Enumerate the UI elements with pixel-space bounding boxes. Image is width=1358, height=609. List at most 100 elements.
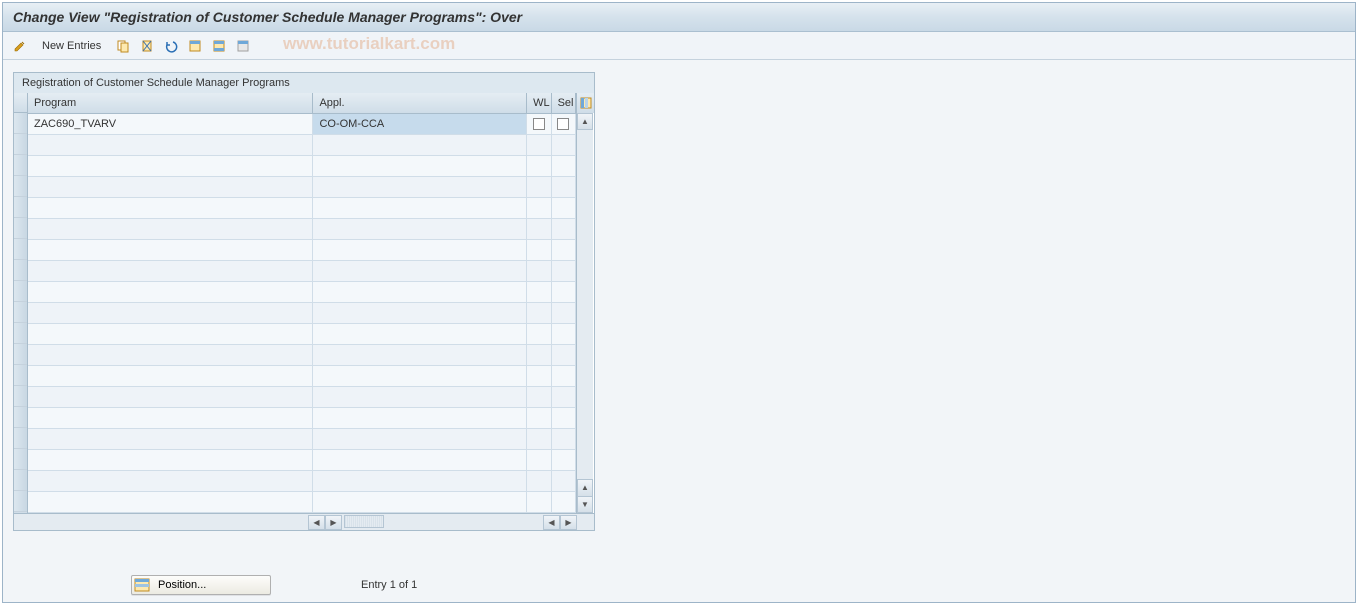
vertical-scrollbar[interactable]: ▲ ▲ ▼ <box>576 113 593 513</box>
scroll-left-icon[interactable]: ◀ <box>308 515 325 530</box>
cell-sel-empty[interactable] <box>551 239 575 260</box>
row-selector[interactable] <box>14 407 27 428</box>
cell-sel-empty[interactable] <box>551 470 575 491</box>
cell-sel-empty[interactable] <box>551 302 575 323</box>
cell-wl-empty[interactable] <box>527 302 551 323</box>
cell-sel-empty[interactable] <box>551 218 575 239</box>
new-entries-button[interactable]: New Entries <box>35 37 108 55</box>
cell-wl-empty[interactable] <box>527 176 551 197</box>
cell-wl-empty[interactable] <box>527 218 551 239</box>
cell-program-empty[interactable] <box>28 428 313 449</box>
cell-appl-empty[interactable] <box>313 344 527 365</box>
cell-wl-empty[interactable] <box>527 470 551 491</box>
cell-program-empty[interactable] <box>28 218 313 239</box>
cell-appl[interactable]: CO-OM-CCA <box>313 113 527 134</box>
row-selector[interactable] <box>14 428 27 449</box>
cell-program-empty[interactable] <box>28 386 313 407</box>
position-button[interactable]: Position... <box>131 575 271 595</box>
row-selector[interactable] <box>14 113 27 134</box>
cell-sel-empty[interactable] <box>551 134 575 155</box>
cell-program-empty[interactable] <box>28 470 313 491</box>
col-header-wl[interactable]: WL <box>527 93 551 113</box>
cell-appl-empty[interactable] <box>313 428 527 449</box>
row-selector[interactable] <box>14 218 27 239</box>
cell-wl-empty[interactable] <box>527 239 551 260</box>
cell-program-empty[interactable] <box>28 281 313 302</box>
row-selector[interactable] <box>14 323 27 344</box>
cell-wl-empty[interactable] <box>527 449 551 470</box>
row-selector[interactable] <box>14 449 27 470</box>
row-selector[interactable] <box>14 302 27 323</box>
cell-program-empty[interactable] <box>28 407 313 428</box>
cell-appl-empty[interactable] <box>313 491 527 512</box>
cell-sel-empty[interactable] <box>551 260 575 281</box>
cell-sel-empty[interactable] <box>551 197 575 218</box>
select-block-icon[interactable] <box>210 37 228 55</box>
scroll-track[interactable] <box>577 130 593 479</box>
toggle-display-change-icon[interactable] <box>11 37 29 55</box>
row-selector[interactable] <box>14 281 27 302</box>
scroll-right-end-icon[interactable]: ▶ <box>560 515 577 530</box>
row-selector[interactable] <box>14 344 27 365</box>
cell-appl-empty[interactable] <box>313 218 527 239</box>
cell-program-empty[interactable] <box>28 134 313 155</box>
cell-wl-empty[interactable] <box>527 428 551 449</box>
cell-appl-empty[interactable] <box>313 407 527 428</box>
row-selector[interactable] <box>14 260 27 281</box>
cell-program[interactable]: ZAC690_TVARV <box>28 113 313 134</box>
scroll-right-icon[interactable]: ▶ <box>325 515 342 530</box>
col-header-program[interactable]: Program <box>28 93 313 113</box>
cell-appl-empty[interactable] <box>313 155 527 176</box>
cell-program-empty[interactable] <box>28 239 313 260</box>
cell-wl-empty[interactable] <box>527 407 551 428</box>
cell-sel-empty[interactable] <box>551 155 575 176</box>
scroll-down-icon-2[interactable]: ▼ <box>577 496 593 513</box>
copy-as-icon[interactable] <box>114 37 132 55</box>
cell-appl-empty[interactable] <box>313 302 527 323</box>
cell-wl-empty[interactable] <box>527 197 551 218</box>
cell-sel-empty[interactable] <box>551 365 575 386</box>
row-selector[interactable] <box>14 176 27 197</box>
cell-wl-empty[interactable] <box>527 134 551 155</box>
cell-wl-empty[interactable] <box>527 323 551 344</box>
hscroll-thumb[interactable] <box>344 515 384 528</box>
row-selector[interactable] <box>14 134 27 155</box>
delete-icon[interactable] <box>138 37 156 55</box>
col-header-appl[interactable]: Appl. <box>313 93 527 113</box>
cell-wl-empty[interactable] <box>527 281 551 302</box>
row-selector[interactable] <box>14 365 27 386</box>
cell-sel-empty[interactable] <box>551 407 575 428</box>
cell-appl-empty[interactable] <box>313 386 527 407</box>
row-selector[interactable] <box>14 239 27 260</box>
undo-change-icon[interactable] <box>162 37 180 55</box>
cell-wl-empty[interactable] <box>527 491 551 512</box>
checkbox-wl[interactable] <box>533 118 545 130</box>
scroll-left-end-icon[interactable]: ◀ <box>543 515 560 530</box>
row-selector[interactable] <box>14 197 27 218</box>
scroll-down-icon[interactable]: ▲ <box>577 479 593 496</box>
deselect-all-icon[interactable] <box>234 37 252 55</box>
cell-sel[interactable] <box>551 113 575 134</box>
cell-sel-empty[interactable] <box>551 386 575 407</box>
cell-program-empty[interactable] <box>28 155 313 176</box>
cell-appl-empty[interactable] <box>313 281 527 302</box>
cell-program-empty[interactable] <box>28 491 313 512</box>
cell-wl-empty[interactable] <box>527 365 551 386</box>
cell-program-empty[interactable] <box>28 323 313 344</box>
cell-appl-empty[interactable] <box>313 323 527 344</box>
select-all-icon[interactable] <box>186 37 204 55</box>
cell-appl-empty[interactable] <box>313 134 527 155</box>
cell-wl-empty[interactable] <box>527 260 551 281</box>
cell-wl-empty[interactable] <box>527 344 551 365</box>
cell-sel-empty[interactable] <box>551 449 575 470</box>
cell-appl-empty[interactable] <box>313 239 527 260</box>
cell-program-empty[interactable] <box>28 260 313 281</box>
cell-sel-empty[interactable] <box>551 176 575 197</box>
cell-sel-empty[interactable] <box>551 344 575 365</box>
cell-appl-empty[interactable] <box>313 176 527 197</box>
cell-appl-empty[interactable] <box>313 449 527 470</box>
cell-program-empty[interactable] <box>28 344 313 365</box>
scroll-up-icon[interactable]: ▲ <box>577 113 593 130</box>
cell-sel-empty[interactable] <box>551 428 575 449</box>
cell-appl-empty[interactable] <box>313 365 527 386</box>
